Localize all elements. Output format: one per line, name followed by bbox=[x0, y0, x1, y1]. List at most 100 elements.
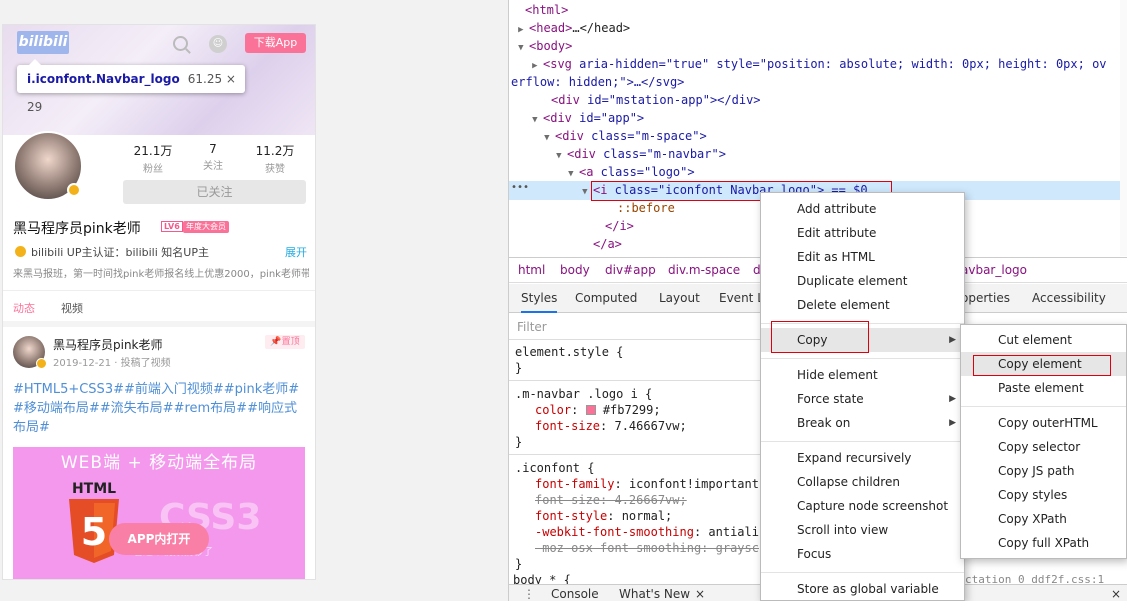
css-prop[interactable]: font-family: iconfont!important bbox=[515, 476, 765, 492]
submenu-arrow-icon: ▶ bbox=[949, 335, 956, 345]
dom-tag: <svg bbox=[543, 57, 572, 71]
tab-dynamics[interactable]: 动态 bbox=[13, 300, 35, 316]
menu-item-paste-element[interactable]: Paste element bbox=[961, 376, 1126, 400]
tab-accessibility[interactable]: Accessibility bbox=[1032, 291, 1106, 305]
search-icon[interactable] bbox=[173, 36, 188, 51]
stat-value: 21.1万 bbox=[133, 144, 173, 158]
menu-item-cut-element[interactable]: Cut element bbox=[961, 328, 1126, 352]
followed-button[interactable]: 已关注 bbox=[123, 180, 306, 204]
bilibili-logo[interactable]: bilibili bbox=[17, 31, 69, 54]
menu-item-add-attribute[interactable]: Add attribute bbox=[761, 197, 964, 221]
user-face-icon[interactable]: ☺ bbox=[209, 35, 227, 53]
post-meta: 2019-12-21 · 投稿了视频 bbox=[53, 358, 171, 369]
color-swatch-icon[interactable] bbox=[585, 405, 596, 415]
node-ellipsis[interactable]: ••• bbox=[511, 182, 529, 193]
tab-event-listeners[interactable]: Event L bbox=[719, 291, 764, 305]
menu-item-scroll-into-view[interactable]: Scroll into view bbox=[761, 518, 964, 542]
css-overridden-prop[interactable]: -moz-osx-font-smoothing: graysc bbox=[515, 540, 765, 556]
css-brace[interactable]: } bbox=[515, 434, 765, 450]
submenu-arrow-icon: ▶ bbox=[949, 394, 956, 404]
dom-node-line[interactable]: <div id="mstation-app"></div> bbox=[509, 91, 1119, 109]
dom-node-line[interactable]: ▼ <div class="m-space"> bbox=[509, 127, 1119, 145]
crumb-body[interactable]: body bbox=[560, 263, 590, 277]
menu-item-capture-node-screenshot[interactable]: Capture node screenshot bbox=[761, 494, 964, 518]
css-selector[interactable]: .m-navbar .logo i { bbox=[515, 386, 765, 402]
mobile-page: bilibili ☺ 下载App i.iconfont.Navbar_logo 6… bbox=[2, 24, 316, 580]
menu-item-focus[interactable]: Focus bbox=[761, 542, 964, 566]
elements-scrollbar[interactable] bbox=[1120, 0, 1127, 256]
menu-item-label: Paste element bbox=[998, 381, 1084, 395]
video-cover[interactable]: WEB端 + 移动端全布局 HTML 5 CSS3 看这个视频就够了 APP内打… bbox=[13, 447, 305, 579]
pinned-badge: 📌置顶 bbox=[265, 335, 305, 349]
dom-node-line[interactable]: ▶ <svg aria-hidden="true" style="positio… bbox=[509, 55, 1119, 73]
menu-item-collapse-children[interactable]: Collapse children bbox=[761, 470, 964, 494]
menu-item-duplicate-element[interactable]: Duplicate element bbox=[761, 269, 964, 293]
css-prop-name: -webkit-font-smoothing bbox=[535, 525, 694, 539]
menu-item-copy-selector[interactable]: Copy selector bbox=[961, 435, 1126, 459]
crumb-selected[interactable]: avbar_logo bbox=[961, 263, 1027, 277]
dom-node-line[interactable]: ▼ <div id="app"> bbox=[509, 109, 1119, 127]
menu-item-edit-attribute[interactable]: Edit attribute bbox=[761, 221, 964, 245]
css-prop[interactable]: font-size: 7.46667vw; bbox=[515, 418, 765, 434]
dom-attrs: class="logo"> bbox=[593, 165, 695, 179]
dom-node-line[interactable]: ▼ <body> bbox=[509, 37, 1119, 55]
css-prop[interactable]: -webkit-font-smoothing: antiali bbox=[515, 524, 765, 540]
dom-node-line[interactable]: erflow: hidden;">…</svg> bbox=[509, 73, 1119, 91]
post-author-name[interactable]: 黑马程序员pink老师 bbox=[53, 336, 163, 353]
css-overridden-text: -moz-osx-font-smoothing: graysc bbox=[535, 541, 759, 555]
css-selector[interactable]: .iconfont { bbox=[515, 460, 765, 476]
tab-styles[interactable]: Styles bbox=[521, 291, 558, 313]
tab-properties[interactable]: operties bbox=[961, 291, 1010, 305]
crumb-html[interactable]: html bbox=[518, 263, 545, 277]
menu-item-copy-xpath[interactable]: Copy XPath bbox=[961, 507, 1126, 531]
menu-item-copy-styles[interactable]: Copy styles bbox=[961, 483, 1126, 507]
tab-whats-new[interactable]: What's New bbox=[619, 587, 690, 601]
stat-label: 粉丝 bbox=[143, 164, 163, 175]
menu-item-copy-full-xpath[interactable]: Copy full XPath bbox=[961, 531, 1126, 555]
stat-label: 获赞 bbox=[265, 164, 285, 175]
menu-item-edit-as-html[interactable]: Edit as HTML bbox=[761, 245, 964, 269]
css-brace[interactable]: } bbox=[515, 360, 765, 376]
stat-following[interactable]: 7 关注 bbox=[183, 142, 243, 172]
css-brace[interactable]: } bbox=[515, 556, 765, 572]
dom-node-line[interactable]: ▼ <div class="m-navbar"> bbox=[509, 145, 1119, 163]
menu-item-break-on[interactable]: Break on ▶ bbox=[761, 411, 964, 435]
dom-node-line[interactable]: <html> bbox=[509, 1, 1119, 19]
drawer-menu-icon[interactable]: ⋮ bbox=[523, 587, 535, 601]
open-in-app-button[interactable]: APP内打开 bbox=[109, 523, 209, 555]
menu-item-force-state[interactable]: Force state ▶ bbox=[761, 387, 964, 411]
menu-item-label: Hide element bbox=[797, 368, 878, 382]
css-prop[interactable]: font-style: normal; bbox=[515, 508, 765, 524]
menu-item-copy-js-path[interactable]: Copy JS path bbox=[961, 459, 1126, 483]
menu-separator bbox=[761, 571, 964, 573]
stat-likes[interactable]: 11.2万 获赞 bbox=[245, 142, 305, 175]
menu-item-label: Copy selector bbox=[998, 440, 1081, 454]
css-overridden-prop[interactable]: font-size: 4.26667vw; bbox=[515, 492, 765, 508]
menu-item-delete-element[interactable]: Delete element bbox=[761, 293, 964, 317]
menu-item-expand-recursively[interactable]: Expand recursively bbox=[761, 446, 964, 470]
dom-tag: <html> bbox=[525, 3, 569, 17]
dom-node-line[interactable]: ▼ <a class="logo"> bbox=[509, 163, 1119, 181]
verified-badge-icon bbox=[67, 183, 81, 197]
menu-item-label: Store as global variable bbox=[797, 582, 939, 596]
download-app-button[interactable]: 下载App bbox=[245, 33, 306, 53]
tab-console[interactable]: Console bbox=[551, 587, 599, 601]
expand-link[interactable]: 展开 bbox=[285, 244, 307, 260]
close-tab-icon[interactable]: × bbox=[695, 587, 705, 601]
css-selector[interactable]: element.style { bbox=[515, 344, 765, 360]
css-source-link[interactable]: ctation 0 ddf2f.css:1 bbox=[965, 573, 1104, 584]
stat-fans[interactable]: 21.1万 粉丝 bbox=[123, 142, 183, 175]
css-prop[interactable]: color: #fb7299; bbox=[515, 402, 765, 418]
crumb-div-app[interactable]: div#app bbox=[605, 263, 656, 277]
menu-item-hide-element[interactable]: Hide element bbox=[761, 363, 964, 387]
rule-divider bbox=[509, 380, 764, 381]
tab-videos[interactable]: 视频 bbox=[61, 300, 83, 316]
menu-item-copy-outerhtml[interactable]: Copy outerHTML bbox=[961, 411, 1126, 435]
close-drawer-icon[interactable]: × bbox=[1111, 587, 1121, 601]
crumb-div-m-space[interactable]: div.m-space bbox=[668, 263, 740, 277]
menu-item-store-as-global-variable[interactable]: Store as global variable bbox=[761, 577, 964, 601]
tab-computed[interactable]: Computed bbox=[575, 291, 637, 305]
post-tags[interactable]: #HTML5+CSS3##前端入门视频##pink老师##移动端布局##流失布局… bbox=[13, 380, 309, 437]
tab-layout[interactable]: Layout bbox=[659, 291, 700, 305]
dom-node-line[interactable]: ▶ <head>…</head> bbox=[509, 19, 1119, 37]
